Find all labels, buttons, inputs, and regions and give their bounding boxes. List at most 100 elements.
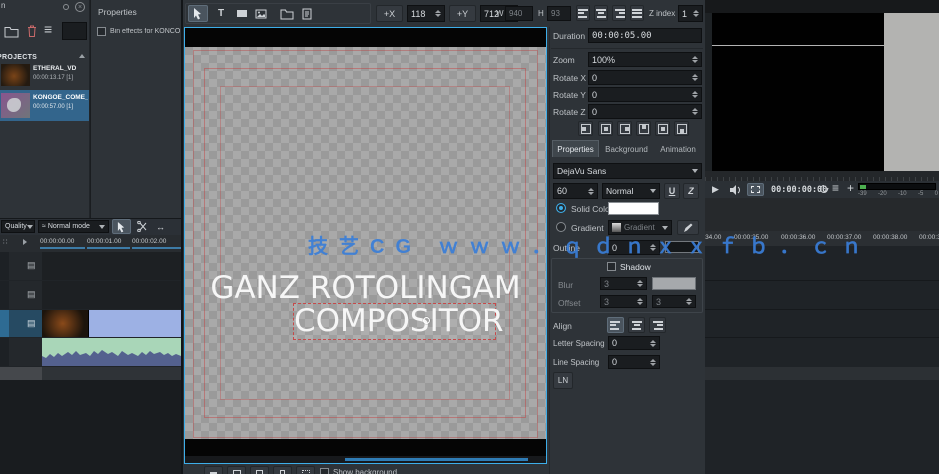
align-frame-right-button[interactable]: [617, 121, 632, 136]
add-image-tool-button[interactable]: [251, 5, 271, 22]
line-spacing-spinbox[interactable]: 0: [608, 355, 660, 369]
spacer-tool-button[interactable]: ↔: [153, 219, 168, 234]
bin-clip-row-selected[interactable]: KONGOE_COME_WITH_ 00:00:57.00 [1]: [0, 90, 89, 121]
zoom-spinbox[interactable]: 100%: [588, 52, 702, 67]
timeline-empty-area[interactable]: [0, 380, 181, 474]
timeline-ruler-left[interactable]: ∷ 00:00:00.00 00:00:01.00 00:00:02.00: [0, 235, 181, 252]
loop-icon[interactable]: [819, 184, 829, 194]
timeline-zone-bar[interactable]: [87, 247, 130, 249]
add-folder-icon[interactable]: [4, 25, 19, 38]
monitor-seek-ruler[interactable]: [705, 171, 939, 181]
play-icon[interactable]: ▶: [712, 184, 719, 195]
text-align-center-button[interactable]: [628, 317, 645, 333]
track-header[interactable]: [0, 338, 42, 366]
title-text-line1[interactable]: GANZ ROTOLINGAM: [185, 270, 546, 306]
italic-button[interactable]: Z: [683, 183, 699, 199]
spin-arrows-icon[interactable]: [650, 340, 656, 347]
underline-button[interactable]: U: [664, 183, 680, 199]
audio-clip[interactable]: [42, 338, 181, 366]
font-family-combo[interactable]: DejaVu Sans: [553, 163, 702, 179]
text-item-selection-box[interactable]: COMPOSITOR: [293, 303, 496, 340]
align-frame-hcenter-button[interactable]: [598, 121, 613, 136]
zoom-fit-button[interactable]: [227, 466, 246, 474]
spin-arrows-icon[interactable]: [692, 108, 698, 115]
bin-effects-checkbox[interactable]: [97, 27, 106, 36]
tab-properties[interactable]: Properties: [552, 140, 599, 157]
bin-search-input[interactable]: [62, 22, 87, 40]
spin-arrows-icon[interactable]: [692, 56, 698, 63]
collapsed-track-header[interactable]: [0, 367, 42, 380]
spin-arrows-icon[interactable]: [435, 10, 441, 17]
spin-arrows-icon[interactable]: [692, 91, 698, 98]
track-header[interactable]: ▤: [0, 252, 42, 280]
add-text-tool-button[interactable]: T: [211, 5, 231, 22]
quality-combo[interactable]: Quality: [1, 220, 35, 233]
video-clip[interactable]: [42, 310, 89, 337]
rotate-z-spinbox[interactable]: 0: [588, 104, 702, 119]
menu-icon[interactable]: ≡: [44, 21, 52, 37]
font-size-spinbox[interactable]: 60: [553, 183, 598, 199]
save-document-icon[interactable]: [297, 5, 317, 22]
duration-field[interactable]: 00:00:05.00: [588, 28, 702, 43]
tab-background[interactable]: Background: [601, 141, 652, 157]
add-rect-tool-button[interactable]: [232, 5, 252, 22]
track-lane[interactable]: [42, 281, 181, 309]
title-text-line2[interactable]: COMPOSITOR: [294, 304, 495, 339]
spin-arrows-icon[interactable]: [693, 10, 699, 17]
canvas-hscrollbar-thumb[interactable]: [345, 458, 528, 461]
zindex-spinbox[interactable]: 1: [678, 5, 703, 22]
speaker-icon[interactable]: [729, 185, 741, 195]
align-frame-bottom-button[interactable]: [674, 121, 689, 136]
text-color-swatch[interactable]: [608, 202, 659, 215]
selection-tool-button[interactable]: [112, 219, 131, 234]
track-header[interactable]: ▤: [0, 281, 42, 309]
canvas-hscrollbar-track[interactable]: [185, 456, 546, 463]
y-position-button[interactable]: +Y: [449, 5, 476, 22]
panel-float-icon[interactable]: [63, 4, 69, 10]
collapsed-track-lane[interactable]: [42, 367, 181, 380]
track-config-icon[interactable]: ∷: [3, 238, 7, 246]
track-header-active[interactable]: ▤: [0, 310, 42, 337]
align-left-button[interactable]: [576, 5, 590, 21]
x-position-button[interactable]: +X: [376, 5, 403, 22]
shadow-checkbox[interactable]: [607, 262, 616, 271]
zoom-original-button[interactable]: [273, 466, 292, 474]
track-lane[interactable]: [42, 252, 181, 280]
font-weight-combo[interactable]: Normal: [602, 183, 660, 199]
align-frame-left-button[interactable]: [578, 121, 593, 136]
bin-clip-row[interactable]: ETHERAL_VD 00:00:13.17 [1]: [0, 62, 89, 89]
solid-color-radio[interactable]: [556, 203, 566, 213]
zoom-fit-monitor-button[interactable]: [747, 183, 764, 196]
letter-spacing-spinbox[interactable]: 0: [608, 336, 660, 350]
align-justify-button[interactable]: [630, 5, 644, 21]
marker-flag-icon[interactable]: [23, 239, 27, 245]
timeline-zone-bar[interactable]: [132, 247, 181, 249]
open-document-icon[interactable]: [277, 5, 297, 22]
show-background-checkbox[interactable]: [320, 468, 329, 474]
align-center-button[interactable]: [594, 5, 608, 21]
panel-close-icon[interactable]: ×: [75, 2, 85, 12]
spin-arrows-icon[interactable]: [588, 188, 594, 195]
rotate-y-spinbox[interactable]: 0: [588, 87, 702, 102]
zoom-in-button[interactable]: [250, 466, 269, 474]
razor-tool-button[interactable]: [135, 219, 150, 234]
project-monitor-screen[interactable]: [712, 13, 884, 171]
clipped-tool-button[interactable]: [172, 219, 181, 234]
select-tool-button[interactable]: [188, 5, 208, 22]
add-guide-icon[interactable]: +: [847, 181, 854, 195]
zoom-out-button[interactable]: [204, 466, 223, 474]
align-frame-vcenter-button[interactable]: [655, 121, 670, 136]
insert-unicode-button[interactable]: LN: [553, 372, 573, 389]
text-align-left-button[interactable]: [607, 317, 624, 333]
rotate-x-spinbox[interactable]: 0: [588, 70, 702, 85]
grid-button[interactable]: [296, 466, 315, 474]
align-frame-top-button[interactable]: [636, 121, 651, 136]
align-right-button[interactable]: [612, 5, 626, 21]
text-align-right-button[interactable]: [649, 317, 666, 333]
timeline-zone-bar[interactable]: [40, 247, 85, 249]
track-lane[interactable]: [42, 338, 181, 366]
x-position-spinbox[interactable]: 118: [407, 5, 445, 22]
track-lane-active[interactable]: [42, 310, 181, 337]
monitor-menu-icon[interactable]: ≡: [832, 181, 839, 195]
delete-icon[interactable]: [26, 24, 38, 38]
